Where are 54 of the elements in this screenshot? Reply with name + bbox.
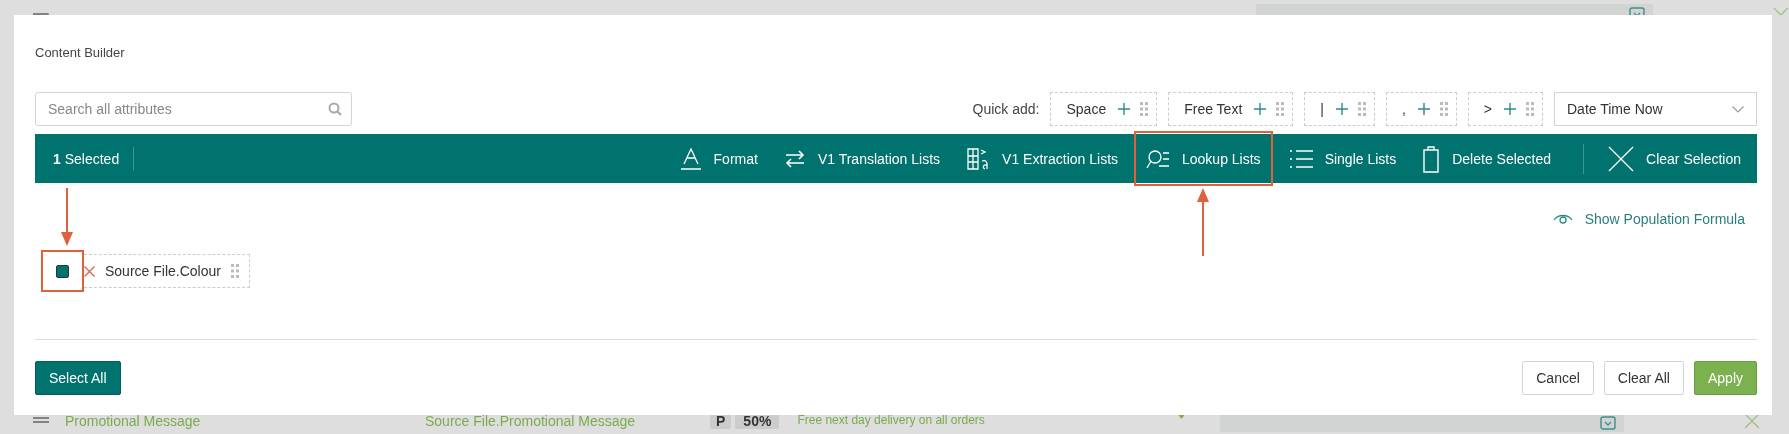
search-field[interactable]: Search all attributes [35, 92, 352, 126]
columns-icon [966, 146, 991, 171]
drag-handle-icon[interactable] [1357, 102, 1366, 116]
close-icon[interactable] [1744, 415, 1761, 429]
cancel-button[interactable]: Cancel [1522, 361, 1594, 395]
toolbar-action[interactable]: Single Lists [1278, 134, 1407, 183]
quick-add-chip[interactable]: Space [1050, 92, 1158, 126]
toolbar-action[interactable]: Clear Selection [1598, 134, 1751, 183]
quick-add-chip[interactable]: > [1467, 92, 1543, 126]
row-source: Source File.Promotional Message [425, 415, 637, 429]
menu-icon[interactable] [33, 415, 49, 423]
plus-icon[interactable] [1118, 103, 1131, 115]
drag-handle-icon[interactable] [1140, 102, 1149, 116]
letter-a-icon [679, 146, 702, 171]
quick-add-chip[interactable]: Free Text [1168, 92, 1294, 126]
clear-all-button[interactable]: Clear All [1603, 361, 1684, 395]
drag-handle-icon[interactable] [1276, 102, 1285, 116]
flag-badge: P [710, 415, 732, 429]
dialog-title: Content Builder [35, 45, 126, 62]
drag-handle-icon[interactable] [1526, 102, 1534, 116]
plus-icon[interactable] [1254, 103, 1267, 115]
row-value: Free next day delivery on all orders [797, 415, 986, 427]
select-all-button[interactable]: Select All [35, 361, 121, 395]
search-icon [328, 102, 342, 116]
attribute-token[interactable]: Source File.Colour [84, 254, 250, 288]
drag-handle-icon[interactable] [230, 264, 239, 278]
annotation-arrow [61, 188, 73, 246]
toolbar-action[interactable]: Format [669, 134, 768, 183]
eye-icon [1552, 213, 1573, 225]
drag-handle-icon[interactable] [1439, 102, 1448, 116]
selected-count: 1 Selected [53, 150, 120, 167]
quick-add-chip[interactable]: , [1385, 92, 1457, 126]
row-name: Promotional Message [65, 415, 202, 429]
dropdown-icon[interactable] [1600, 415, 1617, 430]
toolbar-action[interactable]: Delete Selected [1412, 134, 1562, 183]
show-formula-link[interactable]: Show Population Formula [1552, 211, 1745, 227]
remove-icon[interactable] [84, 265, 95, 277]
plus-icon[interactable] [1417, 103, 1430, 115]
toolbar-action[interactable]: V1 Translation Lists [773, 134, 951, 183]
plus-icon[interactable] [1504, 103, 1516, 115]
plus-icon[interactable] [1335, 103, 1348, 115]
search-list-icon [1146, 147, 1170, 170]
swap-arrows-icon [783, 148, 806, 169]
list-icon [1288, 147, 1313, 170]
chevron-down-icon [1732, 105, 1744, 113]
trash-icon [1422, 144, 1441, 173]
toolbar-action[interactable]: V1 Extraction Lists [956, 134, 1128, 183]
close-icon [1608, 145, 1635, 172]
quick-add-chip[interactable]: | [1304, 92, 1375, 126]
quick-add-label: Quick add: [972, 101, 1040, 117]
percent-badge: 50% [735, 415, 780, 429]
annotation-arrow [1197, 188, 1210, 256]
date-format-dropdown[interactable]: Date Time Now [1554, 92, 1757, 126]
token-checkbox[interactable] [56, 264, 69, 278]
